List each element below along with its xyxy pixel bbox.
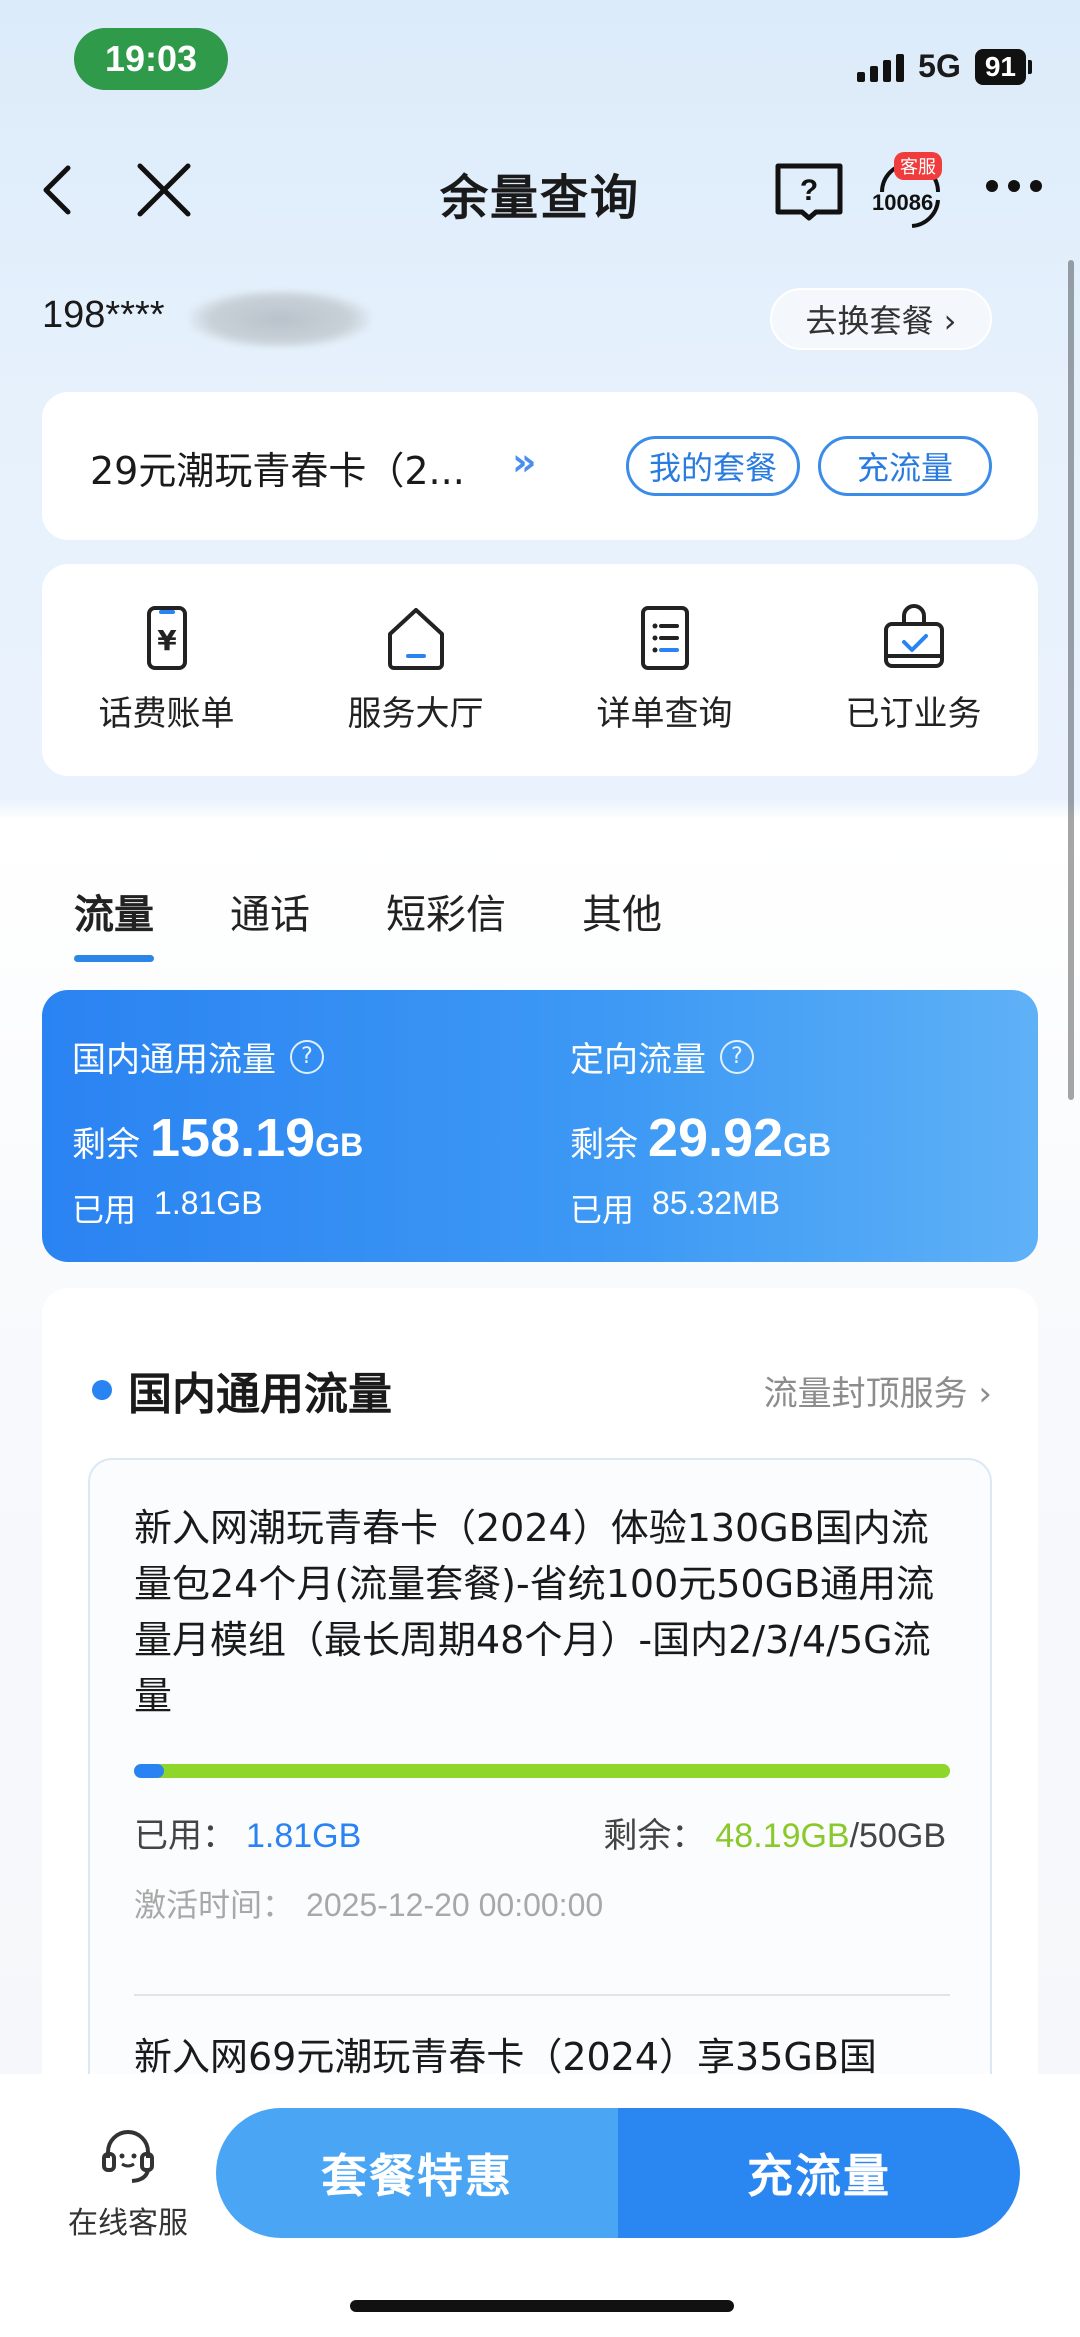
service-subscribed[interactable]: 已订业务 bbox=[789, 564, 1038, 776]
tab-calls[interactable]: 通话 bbox=[230, 882, 310, 962]
tab-other[interactable]: 其他 bbox=[582, 882, 662, 962]
svg-text:¥: ¥ bbox=[157, 624, 177, 657]
service-label: 已订业务 bbox=[845, 694, 982, 734]
remain-unit: GB bbox=[315, 1127, 364, 1163]
guide-book-icon[interactable]: ? bbox=[772, 160, 846, 224]
scrollbar[interactable] bbox=[1068, 260, 1074, 1100]
plan-name[interactable]: 29元潮玩青春卡（2... bbox=[90, 440, 465, 495]
status-indicators: 5G 91 bbox=[857, 48, 1032, 85]
service-badge: 客服 bbox=[894, 152, 942, 180]
double-chevron-icon[interactable]: » bbox=[512, 440, 537, 484]
used-value: 1.81GB bbox=[246, 1817, 362, 1855]
package-name: 新入网潮玩青春卡（2024）体验130GB国内流量包24个月(流量套餐)-省统1… bbox=[134, 1506, 935, 1718]
remain-label: 剩余 bbox=[570, 1125, 638, 1165]
nav-bar: 余量查询 ? 客服 10086 bbox=[0, 140, 1080, 240]
service-bill[interactable]: ¥ 话费账单 bbox=[42, 564, 291, 776]
service-detail[interactable]: 详单查询 bbox=[540, 564, 789, 776]
home-indicator[interactable] bbox=[350, 2300, 734, 2312]
online-service-label: 在线客服 bbox=[68, 2206, 188, 2241]
package-remain: 剩余： 48.19GB/50GB bbox=[603, 1808, 946, 1857]
bottom-bar: 在线客服 套餐特惠 充流量 bbox=[0, 2074, 1080, 2337]
phone-number: 198**** bbox=[42, 294, 165, 336]
bag-icon bbox=[883, 604, 944, 668]
used-label: 已用： bbox=[134, 1816, 236, 1856]
cta-group: 套餐特惠 充流量 bbox=[216, 2108, 1020, 2238]
usage-tabs: 流量 通话 短彩信 其他 bbox=[74, 882, 662, 962]
usage-progress-bar bbox=[134, 1764, 950, 1778]
my-plan-button[interactable]: 我的套餐 bbox=[626, 436, 800, 496]
total-value: /50GB bbox=[849, 1817, 946, 1855]
recharge-data-button[interactable]: 充流量 bbox=[818, 436, 992, 496]
package-used: 已用： 1.81GB bbox=[134, 1808, 361, 1857]
remain-value: 48.19GB bbox=[715, 1817, 850, 1855]
summary-title: 国内通用流量 bbox=[72, 1040, 276, 1080]
plan-offer-button[interactable]: 套餐特惠 bbox=[216, 2108, 618, 2238]
activation-time: 激活时间： 2025-12-20 00:00:00 bbox=[134, 1880, 603, 1926]
remain-value: 29.92 bbox=[648, 1108, 784, 1168]
signal-icon bbox=[857, 52, 905, 82]
divider bbox=[134, 1994, 950, 1996]
used-label: 已用 bbox=[570, 1191, 635, 1229]
package-item: 新入网潮玩青春卡（2024）体验130GB国内流量包24个月(流量套餐)-省统1… bbox=[88, 1458, 992, 2158]
data-summary-card: 国内通用流量 ? 剩余 158.19 GB 已用 1.81GB 定向流量 ? 剩… bbox=[42, 990, 1038, 1262]
directional-summary: 定向流量 ? 剩余 29.92 GB 已用 85.32MB bbox=[570, 1032, 831, 1231]
tab-sms[interactable]: 短彩信 bbox=[386, 882, 506, 962]
activation-value: 2025-12-20 00:00:00 bbox=[306, 1887, 604, 1923]
used-value: 1.81GB bbox=[154, 1185, 263, 1221]
domestic-summary: 国内通用流量 ? 剩余 158.19 GB 已用 1.81GB bbox=[72, 1032, 363, 1231]
tab-data[interactable]: 流量 bbox=[74, 882, 154, 962]
summary-title: 定向流量 bbox=[570, 1040, 706, 1080]
plan-card: 29元潮玩青春卡（2... » 我的套餐 充流量 bbox=[42, 392, 1038, 540]
battery-level: 91 bbox=[974, 48, 1026, 85]
used-value: 85.32MB bbox=[652, 1185, 781, 1221]
help-icon[interactable]: ? bbox=[720, 1039, 754, 1074]
home-icon bbox=[387, 608, 444, 670]
used-label: 已用 bbox=[72, 1191, 137, 1229]
phone-number-blur bbox=[190, 290, 370, 348]
recharge-data-cta-button[interactable]: 充流量 bbox=[618, 2108, 1020, 2238]
service-number: 10086 bbox=[872, 190, 934, 215]
bill-icon: ¥ bbox=[146, 606, 187, 670]
help-icon[interactable]: ? bbox=[290, 1039, 324, 1074]
remain-value: 158.19 bbox=[150, 1108, 316, 1168]
online-service-button[interactable]: 在线客服 bbox=[62, 2124, 194, 2242]
detail-card: 国内通用流量 流量封顶服务 › 新入网潮玩青春卡（2024）体验130GB国内流… bbox=[42, 1288, 1038, 2188]
package-name-next: 新入网69元潮玩青春卡（2024）享35GB国 bbox=[134, 2035, 877, 2079]
activation-label: 激活时间： bbox=[134, 1886, 295, 1924]
network-type: 5G bbox=[918, 48, 961, 84]
remain-label: 剩余： bbox=[603, 1816, 706, 1856]
service-label: 详单查询 bbox=[596, 694, 733, 734]
service-label: 服务大厅 bbox=[347, 694, 484, 734]
switch-plan-button[interactable]: 去换套餐 › bbox=[770, 288, 992, 350]
detail-title: 国内通用流量 bbox=[128, 1369, 392, 1420]
service-hall[interactable]: 服务大厅 bbox=[291, 564, 540, 776]
list-icon bbox=[640, 606, 689, 670]
customer-service-button[interactable]: 客服 10086 bbox=[872, 152, 948, 234]
more-icon[interactable] bbox=[986, 180, 1042, 192]
data-cap-service-link[interactable]: 流量封顶服务 › bbox=[764, 1366, 992, 1415]
service-label: 话费账单 bbox=[98, 694, 235, 734]
remain-unit: GB bbox=[783, 1127, 832, 1163]
main-panel: 流量 通话 短彩信 其他 国内通用流量 ? 剩余 158.19 GB 已用 1.… bbox=[0, 826, 1080, 2188]
svg-text:?: ? bbox=[800, 174, 818, 207]
remain-label: 剩余 bbox=[72, 1125, 140, 1165]
quick-services: ¥ 话费账单 服务大厅 详单查询 已订业务 bbox=[42, 564, 1038, 776]
battery-icon bbox=[1028, 59, 1032, 74]
bullet-dot-icon bbox=[92, 1380, 112, 1400]
headset-icon bbox=[102, 2130, 154, 2183]
usage-progress-fill bbox=[134, 1764, 164, 1778]
status-time: 19:03 bbox=[74, 28, 228, 90]
